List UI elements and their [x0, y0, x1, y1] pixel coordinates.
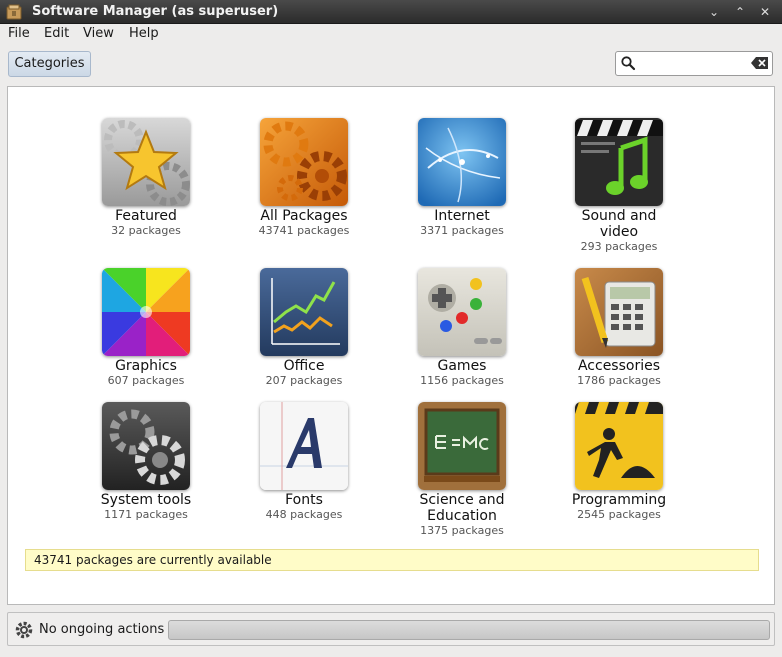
category-graphics[interactable]: Graphics 607 packages	[66, 268, 226, 387]
menu-help[interactable]: Help	[129, 26, 159, 41]
category-label: Fonts	[285, 492, 323, 508]
category-count: 1156 packages	[420, 374, 504, 387]
category-count: 448 packages	[265, 508, 343, 521]
status-text: No ongoing actions	[39, 622, 165, 637]
gamepad-icon	[418, 268, 506, 356]
menu-view[interactable]: View	[83, 26, 114, 41]
title-bar[interactable]: Software Manager (as superuser) ⌄ ⌃ ✕	[0, 0, 782, 24]
close-button[interactable]: ✕	[755, 3, 775, 21]
category-label: System tools	[100, 492, 192, 508]
category-count: 1375 packages	[420, 524, 504, 537]
category-count: 607 packages	[107, 374, 185, 387]
font-icon	[260, 402, 348, 490]
category-label: Sound and video	[581, 208, 657, 240]
category-count: 2545 packages	[577, 508, 661, 521]
menu-edit[interactable]: Edit	[44, 26, 69, 41]
system-gears-icon	[102, 402, 190, 490]
progress-bar	[168, 620, 770, 640]
category-label: Programming	[571, 492, 667, 508]
category-count: 293 packages	[580, 240, 658, 253]
calculator-icon	[575, 268, 663, 356]
minimize-button[interactable]: ⌄	[704, 3, 724, 21]
chart-icon	[260, 268, 348, 356]
category-label: Games	[437, 358, 487, 374]
star-icon	[102, 118, 190, 206]
category-sound-and-video[interactable]: Sound and video 293 packages	[540, 118, 698, 253]
category-featured[interactable]: Featured 32 packages	[66, 118, 226, 237]
window-title: Software Manager (as superuser)	[32, 4, 279, 19]
categories-panel: Featured 32 packages All Packages 43741 …	[7, 86, 775, 605]
menu-bar: File Edit View Help	[0, 24, 782, 44]
clear-search-icon[interactable]	[751, 56, 769, 70]
gear-icon	[15, 621, 33, 639]
packages-available-banner: 43741 packages are currently available	[25, 549, 759, 571]
category-count: 1171 packages	[104, 508, 188, 521]
category-programming[interactable]: Programming 2545 packages	[540, 402, 698, 521]
category-label: Graphics	[115, 358, 177, 374]
category-count: 207 packages	[265, 374, 343, 387]
category-system-tools[interactable]: System tools 1171 packages	[66, 402, 226, 521]
category-count: 43741 packages	[258, 224, 350, 237]
globe-icon	[418, 118, 506, 206]
category-science-and-education[interactable]: Science and Education 1375 packages	[382, 402, 542, 537]
software-manager-icon	[6, 4, 22, 20]
category-count: 32 packages	[111, 224, 181, 237]
category-internet[interactable]: Internet 3371 packages	[382, 118, 542, 237]
categories-button[interactable]: Categories	[8, 51, 91, 77]
construction-icon	[575, 402, 663, 490]
gears-icon	[260, 118, 348, 206]
category-games[interactable]: Games 1156 packages	[382, 268, 542, 387]
category-label: Featured	[115, 208, 177, 224]
maximize-button[interactable]: ⌃	[730, 3, 750, 21]
category-label: Science and Education	[419, 492, 505, 524]
menu-file[interactable]: File	[8, 26, 30, 41]
category-label: All Packages	[260, 208, 348, 224]
category-label: Internet	[434, 208, 490, 224]
search-icon	[621, 56, 636, 71]
color-wheel-icon	[102, 268, 190, 356]
clapper-music-icon	[575, 118, 663, 206]
category-count: 3371 packages	[420, 224, 504, 237]
chalkboard-icon	[418, 402, 506, 490]
category-office[interactable]: Office 207 packages	[224, 268, 384, 387]
category-count: 1786 packages	[577, 374, 661, 387]
category-label: Accessories	[577, 358, 661, 374]
search-input[interactable]	[615, 51, 773, 76]
category-fonts[interactable]: Fonts 448 packages	[224, 402, 384, 521]
status-bar: No ongoing actions	[7, 612, 775, 646]
category-label: Office	[283, 358, 325, 374]
category-accessories[interactable]: Accessories 1786 packages	[540, 268, 698, 387]
category-all-packages[interactable]: All Packages 43741 packages	[224, 118, 384, 237]
